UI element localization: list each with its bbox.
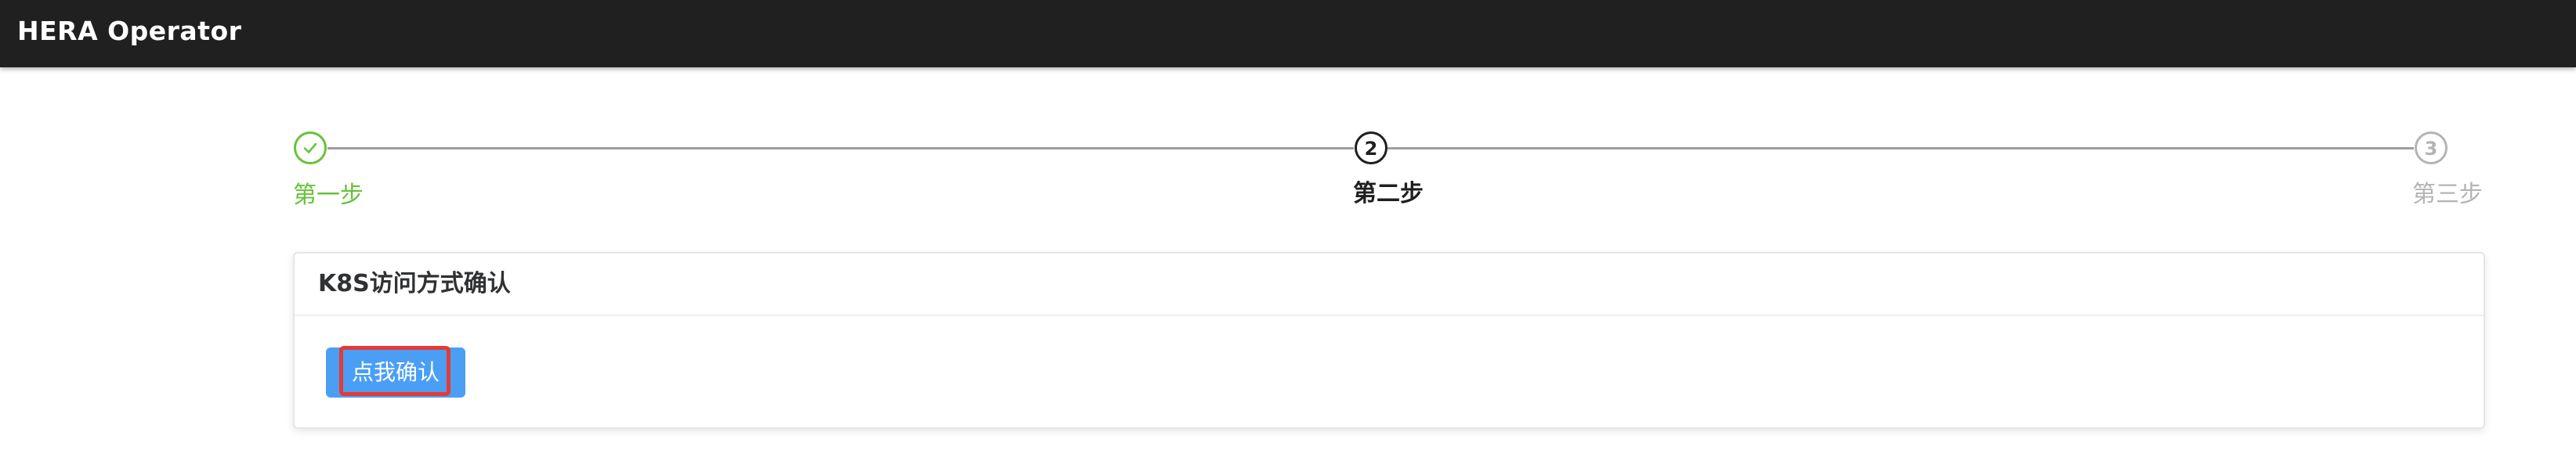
confirm-button[interactable]: 点我确认 (326, 347, 465, 398)
step-2-indicator: 2 (1355, 131, 1387, 164)
step-1-label: 第一步 (293, 182, 364, 209)
k8s-access-card: K8S访问方式确认 点我确认 (293, 252, 2485, 429)
card-title: K8S访问方式确认 (295, 254, 2484, 316)
step-progress: 第一步 2 第二步 3 第三步 (0, 0, 2576, 235)
step-1-indicator (294, 131, 327, 164)
step-3-label: 第三步 (2412, 181, 2483, 208)
check-icon (303, 142, 317, 153)
step-2-label: 第二步 (1353, 180, 1424, 207)
step-connector-1-2 (327, 147, 1354, 149)
step-3-indicator: 3 (2415, 131, 2448, 164)
step-connector-2-3 (1387, 147, 2414, 149)
